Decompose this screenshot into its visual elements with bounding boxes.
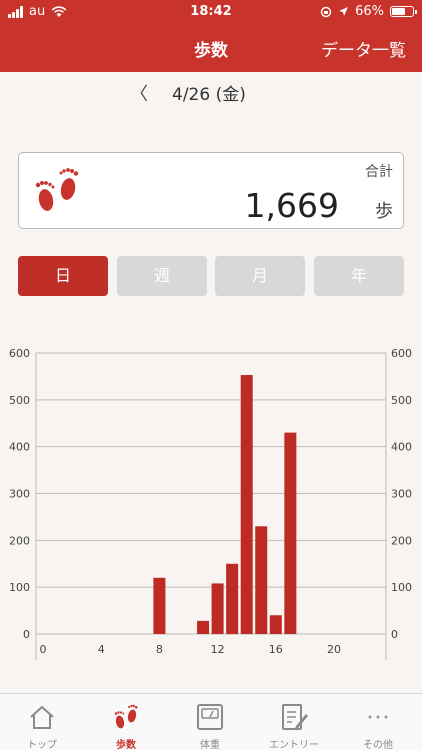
battery-fill bbox=[392, 8, 405, 15]
y-tick-label-right: 400 bbox=[391, 441, 412, 454]
hourly-steps-chart: 0 0 100 100 200 200 300 300 400 400 500 500 600 600 0 4… bbox=[0, 340, 422, 662]
edit-note-icon bbox=[282, 704, 308, 730]
date-navigator: 〈 4/26 (金) bbox=[0, 78, 422, 106]
current-date: 4/26 (金) bbox=[172, 85, 246, 105]
bar-hour-13 bbox=[226, 563, 239, 634]
home-icon bbox=[30, 705, 54, 729]
location-arrow-icon bbox=[339, 7, 349, 16]
steps-unit: 歩 bbox=[375, 201, 393, 222]
battery-percent: 66% bbox=[355, 4, 384, 19]
battery-icon bbox=[390, 6, 417, 17]
x-tick-label: 0 bbox=[40, 643, 47, 656]
tab-day[interactable]: 日 bbox=[18, 256, 108, 296]
y-tick-label-left: 200 bbox=[9, 534, 30, 547]
tab-bar: トップ 歩数 体重 エントリー その他 bbox=[0, 693, 422, 750]
data-list-button[interactable]: データ一覧 bbox=[321, 36, 406, 61]
total-label: 合計 bbox=[365, 164, 393, 180]
bar-hour-12 bbox=[211, 583, 224, 634]
y-tick-label-left: 0 bbox=[23, 628, 30, 641]
bar-hour-17 bbox=[284, 432, 297, 634]
y-tick-label-right: 100 bbox=[391, 581, 412, 594]
bar-hour-15 bbox=[255, 526, 268, 634]
total-steps-value: 1,669 bbox=[244, 186, 339, 225]
x-tick-label: 20 bbox=[327, 643, 341, 656]
scale-icon bbox=[197, 704, 223, 730]
status-bar: au 18:42 66% bbox=[0, 0, 422, 24]
nav-bar: 歩数 データ一覧 bbox=[0, 24, 422, 72]
tabbar-label: エントリー bbox=[269, 740, 319, 750]
tab-year[interactable]: 年 bbox=[314, 256, 404, 296]
y-tick-label-right: 600 bbox=[391, 347, 412, 360]
previous-day-button[interactable]: 〈 bbox=[130, 80, 148, 106]
y-tick-label-right: 500 bbox=[391, 394, 412, 407]
tabbar-item-top[interactable]: トップ bbox=[0, 694, 84, 750]
y-tick-label-right: 200 bbox=[391, 534, 412, 547]
period-selector: 日 週 月 年 bbox=[18, 256, 404, 296]
orientation-lock-icon bbox=[320, 6, 332, 17]
tabbar-label: その他 bbox=[363, 740, 393, 750]
y-tick-label-left: 100 bbox=[9, 581, 30, 594]
more-dots-icon bbox=[368, 715, 388, 719]
tab-month[interactable]: 月 bbox=[215, 256, 305, 296]
y-tick-label-left: 300 bbox=[9, 488, 30, 501]
x-tick-label: 12 bbox=[211, 643, 225, 656]
footprints-icon bbox=[114, 704, 138, 729]
tabbar-label: 体重 bbox=[200, 740, 220, 750]
y-tick-label-right: 300 bbox=[391, 488, 412, 501]
y-tick-label-left: 500 bbox=[9, 394, 30, 407]
y-tick-label-right: 0 bbox=[391, 628, 398, 641]
tab-week[interactable]: 週 bbox=[117, 256, 207, 296]
bar-hour-11 bbox=[197, 620, 210, 634]
tabbar-label: 歩数 bbox=[116, 740, 136, 750]
bar-hour-16 bbox=[269, 615, 282, 634]
x-tick-label: 16 bbox=[269, 643, 283, 656]
tabbar-item-weight[interactable]: 体重 bbox=[168, 694, 252, 750]
x-tick-label: 4 bbox=[98, 643, 105, 656]
bar-hour-8 bbox=[153, 577, 166, 634]
tabbar-item-steps[interactable]: 歩数 bbox=[84, 694, 168, 750]
x-tick-label: 8 bbox=[156, 643, 163, 656]
tabbar-item-more[interactable]: その他 bbox=[336, 694, 420, 750]
bar-hour-14 bbox=[240, 375, 253, 634]
bar-chart: 0 0100 100200 200300 300400 400500 500600 6000 4… bbox=[9, 347, 412, 660]
y-tick-label-left: 400 bbox=[9, 441, 30, 454]
y-tick-label-left: 600 bbox=[9, 347, 30, 360]
total-steps-card: 合計 1,669 歩 bbox=[18, 152, 404, 229]
tabbar-item-entry[interactable]: エントリー bbox=[252, 694, 336, 750]
footprints-icon bbox=[35, 168, 79, 211]
tabbar-label: トップ bbox=[27, 740, 57, 750]
